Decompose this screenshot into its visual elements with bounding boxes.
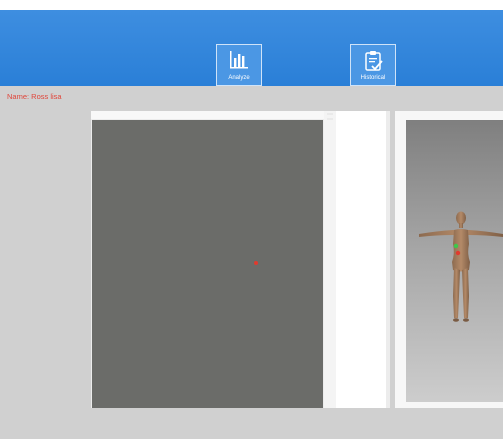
image-panel-header: [91, 111, 336, 119]
image-canvas[interactable]: [92, 120, 323, 408]
bar-chart-icon: [230, 51, 248, 69]
analyze-label: Analyze: [228, 75, 250, 81]
historical-label: Historical: [360, 75, 386, 81]
image-panel: ⋯ ⋯: [91, 111, 390, 408]
marker-point: [254, 261, 258, 265]
side-panel: [336, 111, 386, 408]
top-toolbar: Analyze Historical: [0, 0, 503, 86]
body-model: [419, 211, 503, 322]
scroll-handle[interactable]: ⋯ ⋯: [324, 112, 336, 123]
historical-button[interactable]: Historical: [350, 44, 396, 86]
patient-name: Name: Ross lisa: [7, 92, 62, 101]
3d-model-viewer[interactable]: [406, 120, 503, 402]
clipboard-check-icon: [365, 51, 383, 71]
vertical-scrollbar[interactable]: [324, 111, 336, 408]
model-panel: [395, 111, 503, 408]
analyze-button[interactable]: Analyze: [216, 44, 262, 86]
